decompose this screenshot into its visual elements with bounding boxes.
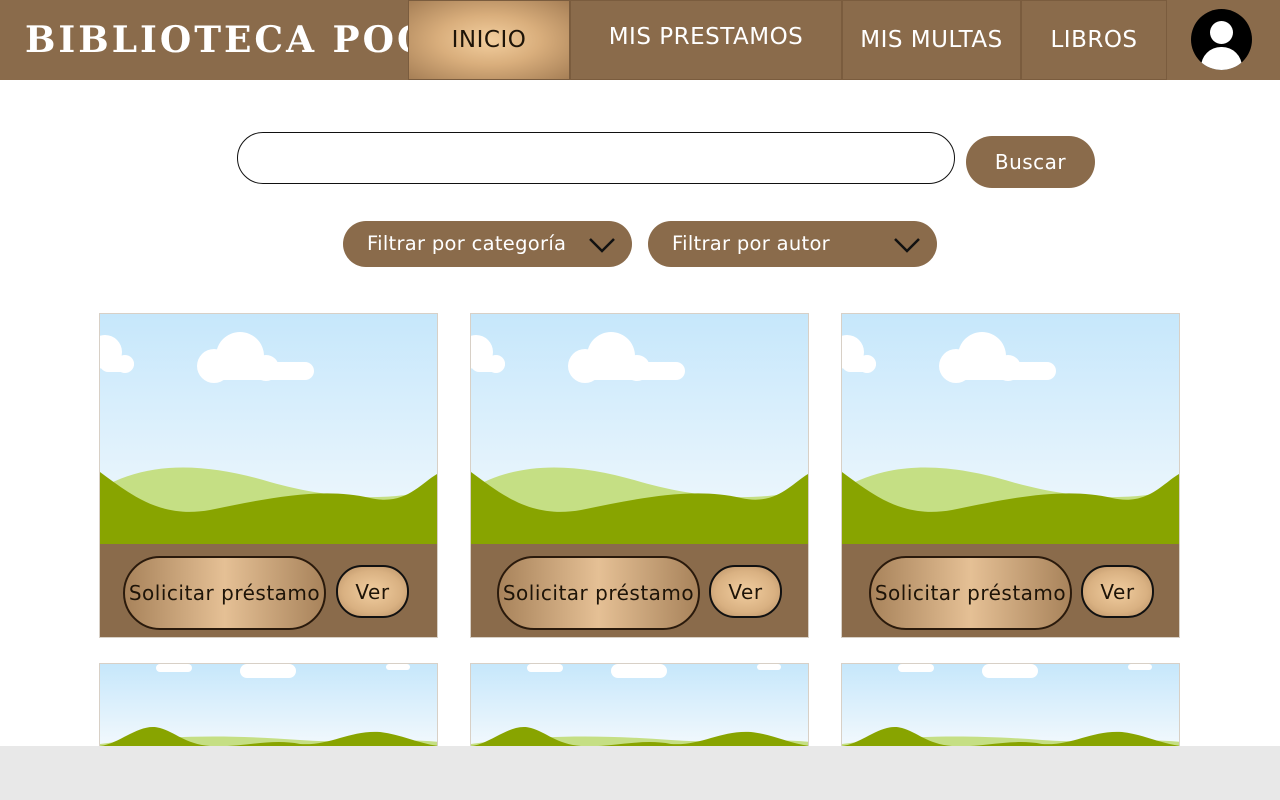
- category-filter-dropdown[interactable]: Filtrar por categoría: [343, 221, 632, 267]
- search-input[interactable]: [237, 132, 955, 184]
- view-book-button[interactable]: Ver: [336, 565, 409, 618]
- nav-tab-libros[interactable]: LIBROS: [1021, 0, 1167, 80]
- view-book-button[interactable]: Ver: [1081, 565, 1154, 618]
- chevron-down-icon: [589, 238, 615, 253]
- landscape-placeholder-icon: [471, 664, 808, 747]
- book-card: Solicitar préstamo Ver: [470, 313, 809, 638]
- book-card: [99, 663, 438, 747]
- author-filter-dropdown[interactable]: Filtrar por autor: [648, 221, 937, 267]
- footer-bar: [0, 746, 1280, 800]
- landscape-placeholder-icon: [100, 314, 437, 544]
- brand-title: BIBLIOTECA POO: [25, 19, 432, 61]
- nav-tab-mis-multas[interactable]: MIS MULTAS: [842, 0, 1021, 80]
- landscape-placeholder-icon: [842, 314, 1179, 544]
- nav-tab-mis-prestamos[interactable]: MIS PRESTAMOS: [570, 0, 842, 80]
- search-button[interactable]: Buscar: [966, 136, 1095, 188]
- landscape-placeholder-icon: [100, 664, 437, 747]
- book-card: Solicitar préstamo Ver: [841, 313, 1180, 638]
- category-filter-label: Filtrar por categoría: [367, 232, 567, 255]
- avatar-head-shape: [1210, 21, 1233, 44]
- request-loan-button[interactable]: Solicitar préstamo: [123, 556, 326, 630]
- request-loan-button[interactable]: Solicitar préstamo: [869, 556, 1072, 630]
- chevron-down-icon: [894, 238, 920, 253]
- avatar-body-shape: [1201, 47, 1242, 70]
- request-loan-button[interactable]: Solicitar préstamo: [497, 556, 700, 630]
- landscape-placeholder-icon: [471, 314, 808, 544]
- author-filter-label: Filtrar por autor: [672, 232, 830, 255]
- book-card: Solicitar préstamo Ver: [99, 313, 438, 638]
- landscape-placeholder-icon: [842, 664, 1179, 747]
- book-card: [470, 663, 809, 747]
- top-navigation-bar: BIBLIOTECA POO INICIO MIS PRESTAMOS MIS …: [0, 0, 1280, 80]
- view-book-button[interactable]: Ver: [709, 565, 782, 618]
- book-card: [841, 663, 1180, 747]
- nav-tab-inicio[interactable]: INICIO: [408, 0, 570, 80]
- user-avatar-icon[interactable]: [1191, 9, 1252, 70]
